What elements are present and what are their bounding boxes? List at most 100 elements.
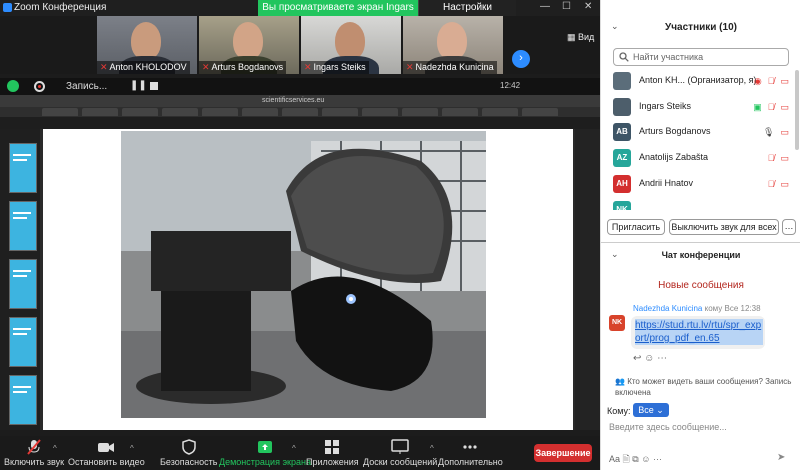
- people-icon: 👥: [615, 377, 628, 386]
- address-bar: scientificservices.eu: [262, 97, 325, 104]
- participant-row[interactable]: Ingars Steiks ▣ 🎙̸ ▭: [601, 95, 800, 120]
- emoji-icon[interactable]: ☺: [641, 454, 650, 464]
- minimize-icon[interactable]: —: [540, 1, 550, 12]
- whiteboards-button[interactable]: Доски сообщений: [363, 439, 437, 467]
- video-tile[interactable]: ✕ Anton KHOLODOV: [97, 16, 197, 74]
- mic-icon[interactable]: 🎙: [763, 127, 774, 138]
- mic-muted-icon: ✕: [304, 62, 312, 72]
- mic-muted-icon: ✕: [202, 62, 210, 72]
- slide-thumbnail[interactable]: [9, 201, 37, 251]
- divider: [601, 242, 800, 243]
- share-screen-button[interactable]: Демонстрация экрана: [219, 439, 311, 467]
- video-tile[interactable]: ✕ Nadezhda Kunicina: [403, 16, 503, 74]
- camera-icon[interactable]: ▭: [780, 102, 789, 113]
- recording-icon: ◉: [753, 76, 762, 86]
- participant-row[interactable]: AH Andrii Hnatov 🎙̸ ▭: [601, 172, 800, 197]
- end-meeting-button[interactable]: Завершение: [534, 444, 592, 462]
- more-options-button[interactable]: …: [782, 219, 796, 235]
- share-screen-icon: ▣: [753, 102, 762, 112]
- message-actions: ↩ ☺ ⋯: [633, 353, 667, 364]
- close-icon[interactable]: ✕: [584, 1, 592, 12]
- recording-label: Запись...: [66, 81, 108, 92]
- participant-row[interactable]: AB Arturs Bogdanovs 🎙 ▭: [601, 120, 800, 145]
- video-tile[interactable]: ✕ Ingars Steiks: [301, 16, 401, 74]
- camera-icon: [98, 443, 115, 452]
- camera-icon[interactable]: ▭: [780, 127, 789, 138]
- window-title: Zoom Конференция: [14, 2, 107, 13]
- view-button[interactable]: ▦ Вид: [567, 32, 594, 43]
- zoom-logo-icon: [3, 3, 12, 12]
- slide-thumbnail[interactable]: [9, 143, 37, 193]
- emoji-icon[interactable]: ☺: [644, 353, 654, 364]
- slide-thumbnails: [0, 129, 40, 430]
- more-icon[interactable]: ⋯: [653, 454, 662, 464]
- participant-search-input[interactable]: Найти участника: [613, 48, 789, 66]
- more-icon[interactable]: ⋯: [657, 353, 667, 364]
- share-options-icon[interactable]: ^: [292, 444, 296, 453]
- video-options-icon[interactable]: ^: [130, 444, 134, 453]
- recipient-dropdown[interactable]: Все ⌄: [633, 403, 669, 417]
- avatar: AH: [613, 175, 631, 193]
- participant-row[interactable]: Anton KH... (Организатор, я) ◉ 🎙̸ ▭: [601, 69, 800, 94]
- avatar: AB: [613, 123, 631, 141]
- invite-button[interactable]: Пригласить: [607, 219, 665, 235]
- security-button[interactable]: Безопасность: [160, 439, 217, 467]
- mute-all-button[interactable]: Выключить звук для всех: [669, 219, 779, 235]
- reply-icon[interactable]: ↩: [633, 353, 641, 364]
- search-placeholder: Найти участника: [633, 52, 704, 62]
- presentation-ribbon: [0, 117, 600, 129]
- chat-title: Чат конференции: [661, 250, 741, 260]
- message-meta: Nadezhda Kunicina кому Все 12:38: [633, 304, 761, 313]
- side-panel: ⌄ Участники (10) Найти участника Anton K…: [600, 0, 800, 470]
- mic-muted-icon[interactable]: 🎙̸: [768, 102, 775, 112]
- mic-muted-icon[interactable]: 🎙̸: [768, 153, 775, 163]
- send-icon[interactable]: ➤: [777, 452, 785, 463]
- shared-screen[interactable]: scientificservices.eu: [0, 95, 600, 430]
- slide-thumbnail[interactable]: [9, 317, 37, 367]
- presentation-scrollbar[interactable]: [575, 129, 600, 430]
- file-icon[interactable]: 🗎: [623, 454, 630, 464]
- participant-row[interactable]: NK: [601, 198, 800, 210]
- sharing-banner: Вы просматриваете экран Ingars Steiks: [258, 0, 418, 29]
- search-icon: [619, 52, 629, 62]
- mic-muted-icon: [27, 439, 41, 455]
- audio-options-icon[interactable]: ^: [53, 444, 57, 453]
- participants-scrollbar[interactable]: [795, 70, 799, 150]
- tile-name: ✕ Arturs Bogdanovs: [199, 61, 287, 74]
- more-button[interactable]: Дополнительно: [438, 439, 503, 467]
- apps-icon: [325, 440, 340, 454]
- browser-tabs: [0, 107, 600, 117]
- format-icon[interactable]: Aa: [609, 454, 620, 464]
- mic-muted-icon[interactable]: 🎙̸: [768, 76, 775, 86]
- grid-icon: ▦: [567, 32, 579, 42]
- avatar: [613, 98, 631, 116]
- next-page-icon[interactable]: ›: [512, 50, 530, 68]
- chat-tools: Aa 🗎 ⧉ ☺ ⋯: [609, 452, 662, 468]
- slide-area: [40, 129, 575, 430]
- to-label: Кому:: [607, 406, 631, 416]
- message-link[interactable]: https://stud.rtu.lv/rtu/spr_export/prog_…: [635, 319, 763, 345]
- camera-icon[interactable]: ▭: [780, 179, 789, 190]
- view-settings-button[interactable]: Настройки просмотра: [418, 0, 516, 29]
- pause-recording-icon[interactable]: ❚❚: [130, 80, 147, 91]
- mic-muted-icon: ✕: [100, 62, 108, 72]
- slide-thumbnail[interactable]: [9, 259, 37, 309]
- screenshot-icon[interactable]: ⧉: [632, 454, 638, 464]
- slide-thumbnail[interactable]: [9, 375, 37, 425]
- stop-recording-icon[interactable]: [150, 82, 158, 90]
- current-slide: [43, 129, 573, 430]
- record-icon: [34, 81, 45, 92]
- video-tile[interactable]: ✕ Arturs Bogdanovs: [199, 16, 299, 74]
- participant-row[interactable]: AZ Anatolijs Zabašta 🎙̸ ▭: [601, 146, 800, 171]
- camera-icon[interactable]: ▭: [780, 153, 789, 164]
- whiteboard-options-icon[interactable]: ^: [430, 444, 434, 453]
- apps-button[interactable]: Приложения: [306, 439, 359, 467]
- recording-bar: Запись... ❚❚ 12:42: [0, 78, 600, 95]
- chat-input[interactable]: Введите здесь сообщение...: [609, 422, 727, 432]
- camera-icon[interactable]: ▭: [780, 76, 789, 87]
- shield-icon[interactable]: [7, 80, 19, 92]
- mic-muted-icon[interactable]: 🎙̸: [768, 179, 775, 189]
- privacy-notice[interactable]: 👥 Кто может видеть ваши сообщения? Запис…: [615, 376, 795, 398]
- more-icon: [463, 445, 477, 449]
- maximize-icon[interactable]: ☐: [562, 1, 571, 12]
